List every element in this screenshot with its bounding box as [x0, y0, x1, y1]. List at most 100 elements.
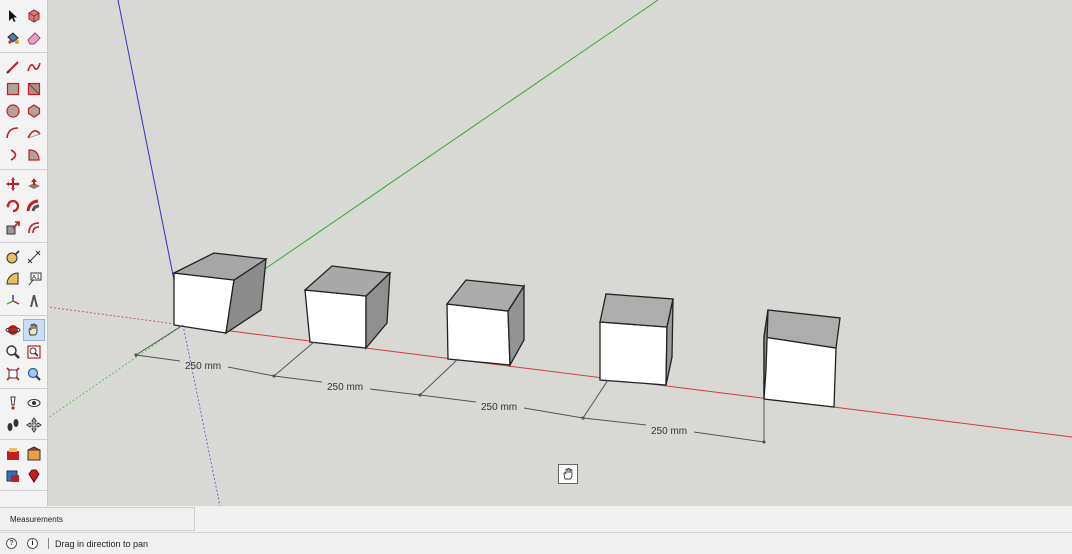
select-tool-button[interactable] [3, 6, 23, 26]
push-pull-tool-button[interactable] [24, 174, 44, 194]
tape-measure-tool-button[interactable] [3, 247, 23, 267]
scale-tool-button[interactable] [3, 218, 23, 238]
three-point-arc-icon [10, 149, 17, 161]
zoom-extents-tool-button[interactable] [3, 364, 23, 384]
3d-warehouse-tool-button[interactable] [24, 444, 44, 464]
text-icon: A1 [28, 272, 42, 286]
toolbar-row [0, 290, 47, 312]
cube-4[interactable] [599, 293, 674, 386]
zoom-window-icon [27, 345, 41, 359]
walk-icon [7, 419, 19, 431]
dimension-icon [27, 250, 41, 264]
component-tool-button[interactable] [24, 6, 44, 26]
paint-bucket-icon [7, 32, 19, 44]
eraser-tool-button[interactable] [24, 28, 44, 48]
text-tool-button[interactable]: A1 [24, 269, 44, 289]
toolbar-group-extensions [0, 442, 47, 491]
protractor-icon [6, 272, 19, 285]
toolbar-group-edit [0, 172, 47, 243]
orbit-tool-button[interactable] [3, 320, 23, 340]
pan-cursor-icon [558, 464, 578, 484]
toolbar-row: A1 [0, 268, 47, 290]
tools-toolbar: A1 [0, 0, 48, 506]
measurements-box[interactable]: Measurements [0, 507, 195, 531]
position-camera-tool-button[interactable] [3, 393, 23, 413]
toolbar-row [0, 319, 47, 341]
arc-tool-button[interactable] [3, 123, 23, 143]
two-point-arc-tool-button[interactable] [24, 123, 44, 143]
layout-tool-button[interactable] [3, 466, 23, 486]
rotated-rectangle-icon [27, 82, 41, 96]
rotated-rectangle-tool-button[interactable] [24, 79, 44, 99]
line-icon [6, 61, 19, 74]
cube-1[interactable] [171, 252, 268, 335]
follow-me-tool-button[interactable] [24, 196, 44, 216]
line-tool-button[interactable] [3, 57, 23, 77]
look-around-icon [27, 399, 41, 407]
protractor-tool-button[interactable] [3, 269, 23, 289]
rectangle-icon [6, 82, 20, 96]
tape-measure-icon [6, 250, 20, 264]
cube-5[interactable] [763, 309, 841, 408]
rectangle-tool-button[interactable] [3, 79, 23, 99]
offset-icon [28, 222, 40, 234]
sketchup-window: A1 250 mm 250 mm 250 mm 250 mm Measureme… [0, 0, 1072, 554]
extension-warehouse-icon [7, 448, 19, 460]
toolbar-row [0, 341, 47, 363]
scale-icon [6, 221, 20, 235]
status-bar: ? i Drag in direction to pan [0, 532, 1072, 554]
svg-text:A1: A1 [32, 274, 40, 281]
pie-icon [28, 149, 40, 161]
help-icon[interactable]: ? [6, 538, 17, 549]
circle-tool-button[interactable] [3, 101, 23, 121]
red-axis-back [48, 306, 184, 326]
ruby-icon [28, 469, 40, 483]
pie-tool-button[interactable] [24, 145, 44, 165]
offset-tool-button[interactable] [24, 218, 44, 238]
blue-axis-below [182, 324, 221, 506]
cube-3[interactable] [445, 279, 526, 368]
rotate-tool-button[interactable] [3, 196, 23, 216]
polygon-icon [27, 104, 41, 118]
toolbar-group-selection [0, 4, 47, 53]
polygon-tool-button[interactable] [24, 101, 44, 121]
walk-tool-button[interactable] [3, 415, 23, 435]
toolbar-row [0, 27, 47, 49]
paint-bucket-tool-button[interactable] [3, 28, 23, 48]
scene-canvas[interactable]: 250 mm 250 mm 250 mm 250 mm [48, 0, 1072, 506]
previous-view-icon [27, 367, 41, 381]
arc-icon [6, 127, 19, 139]
three-point-arc-tool-button[interactable] [3, 145, 23, 165]
pan-tool-button[interactable] [23, 319, 45, 341]
component-icon [28, 9, 40, 23]
status-separator [48, 538, 49, 549]
blue-axis [117, 0, 184, 326]
zoom-window-tool-button[interactable] [24, 342, 44, 362]
axes-tool-button[interactable] [3, 291, 23, 311]
toolbar-group-walkthrough [0, 391, 47, 440]
section-plane-icon [26, 417, 42, 433]
3d-text-tool-button[interactable] [24, 291, 44, 311]
follow-me-icon [26, 199, 40, 212]
info-icon[interactable]: i [27, 538, 38, 549]
look-around-tool-button[interactable] [24, 393, 44, 413]
model-viewport[interactable]: 250 mm 250 mm 250 mm 250 mm [48, 0, 1072, 506]
previous-view-tool-button[interactable] [24, 364, 44, 384]
toolbar-group-camera [0, 318, 47, 389]
section-plane-tool-button[interactable] [24, 415, 44, 435]
toolbar-row [0, 144, 47, 166]
toolbar-row [0, 56, 47, 78]
zoom-tool-button[interactable] [3, 342, 23, 362]
toolbar-row [0, 195, 47, 217]
dimension-tool-button[interactable] [24, 247, 44, 267]
cube-2[interactable] [303, 265, 392, 350]
toolbar-row [0, 414, 47, 436]
move-tool-button[interactable] [3, 174, 23, 194]
3d-warehouse-icon [27, 446, 41, 461]
ruby-tool-button[interactable] [24, 466, 44, 486]
orbit-icon [5, 325, 21, 335]
freehand-tool-button[interactable] [24, 57, 44, 77]
zoom-extents-icon [6, 367, 20, 381]
circle-icon [6, 104, 20, 118]
extension-warehouse-tool-button[interactable] [3, 444, 23, 464]
